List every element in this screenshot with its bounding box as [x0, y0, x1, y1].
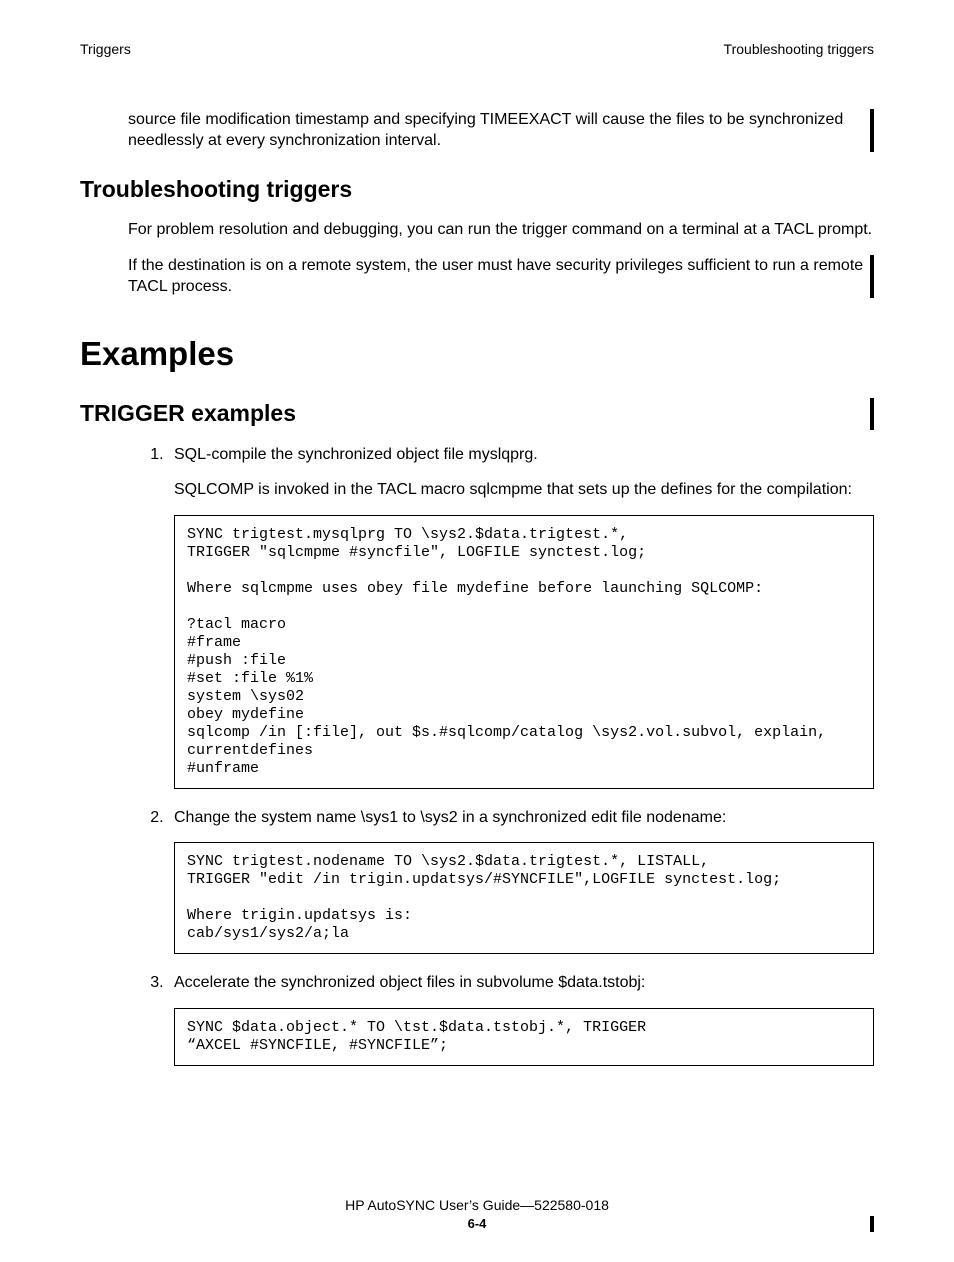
code-block: SYNC trigtest.nodename TO \sys2.$data.tr…: [174, 842, 874, 954]
intro-paragraph: source file modification timestamp and s…: [128, 109, 874, 152]
example-desc: SQLCOMP is invoked in the TACL macro sql…: [174, 479, 874, 501]
example-item: Change the system name \sys1 to \sys2 in…: [168, 807, 874, 955]
footer-title: HP AutoSYNC User’s Guide—522580-018: [80, 1196, 874, 1215]
heading-troubleshooting: Troubleshooting triggers: [80, 174, 874, 205]
page-content: source file modification timestamp and s…: [80, 109, 874, 1066]
heading-trigger-examples: TRIGGER examples: [80, 398, 874, 429]
code-block: SYNC $data.object.* TO \tst.$data.tstobj…: [174, 1008, 874, 1066]
example-lead: Change the system name \sys1 to \sys2 in…: [174, 807, 874, 829]
example-item: Accelerate the synchronized object files…: [168, 972, 874, 1066]
heading-examples: Examples: [80, 332, 874, 377]
example-lead: Accelerate the synchronized object files…: [174, 972, 874, 994]
header-left: Triggers: [80, 40, 131, 59]
examples-list: SQL-compile the synchronized object file…: [128, 444, 874, 1066]
example-item: SQL-compile the synchronized object file…: [168, 444, 874, 789]
troubleshoot-p1: For problem resolution and debugging, yo…: [128, 219, 874, 241]
running-header: Triggers Troubleshooting triggers: [80, 40, 874, 59]
header-right: Troubleshooting triggers: [724, 40, 874, 59]
page-footer: HP AutoSYNC User’s Guide—522580-018 6-4: [80, 1196, 874, 1232]
troubleshoot-p2: If the destination is on a remote system…: [128, 255, 874, 298]
footer-page-number: 6-4: [80, 1215, 874, 1233]
example-lead: SQL-compile the synchronized object file…: [174, 444, 874, 466]
code-block: SYNC trigtest.mysqlprg TO \sys2.$data.tr…: [174, 515, 874, 789]
change-bar-icon: [870, 1216, 874, 1232]
